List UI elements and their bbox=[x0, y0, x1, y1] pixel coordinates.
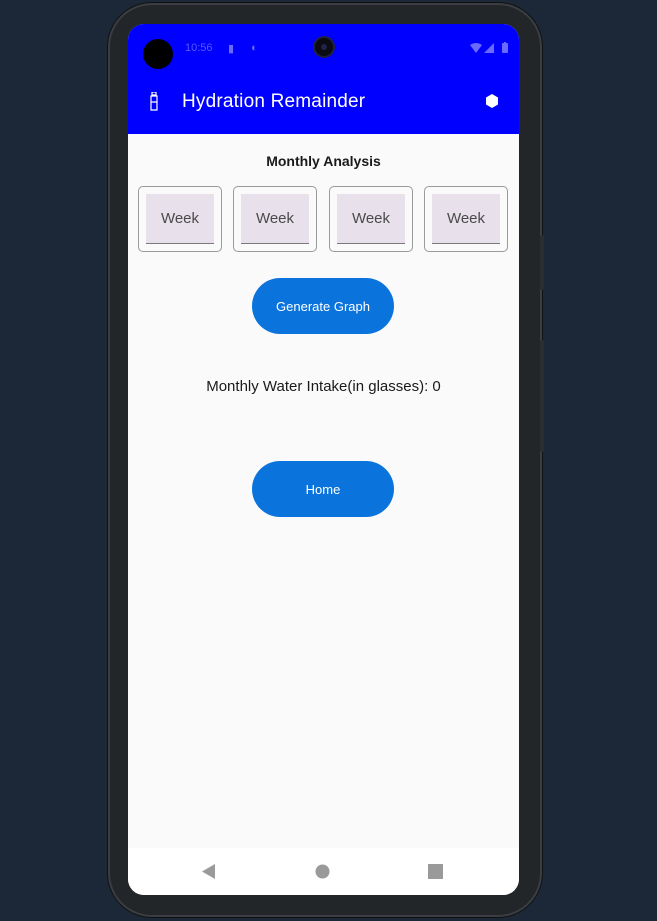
back-triangle-icon[interactable] bbox=[202, 864, 216, 879]
signal-icon bbox=[484, 43, 494, 53]
app-bar: Hydration Remainder bbox=[128, 72, 519, 134]
week-field[interactable]: Week bbox=[241, 194, 309, 244]
device-screen: 10:56 ▮ ◐ Hydration Remainder Monthly An… bbox=[128, 24, 519, 895]
water-bottle-icon bbox=[150, 92, 158, 111]
home-circle-icon[interactable] bbox=[315, 864, 330, 879]
volume-button bbox=[540, 340, 544, 452]
battery-icon bbox=[502, 42, 508, 53]
front-camera bbox=[315, 38, 333, 56]
navigation-bar bbox=[128, 848, 519, 895]
status-time: 10:56 bbox=[185, 42, 213, 54]
notification-icon: ▮ bbox=[228, 43, 235, 55]
monthly-intake-text: Monthly Water Intake(in glasses): 0 bbox=[206, 378, 441, 395]
week-input-1[interactable]: Week bbox=[138, 186, 222, 252]
hexagon-settings-icon[interactable] bbox=[484, 93, 500, 109]
sync-icon: ◐ bbox=[251, 42, 258, 54]
week-input-4[interactable]: Week bbox=[424, 186, 508, 252]
generate-graph-button[interactable]: Generate Graph bbox=[252, 278, 394, 334]
home-button[interactable]: Home bbox=[252, 461, 394, 517]
week-field[interactable]: Week bbox=[146, 194, 214, 244]
week-field[interactable]: Week bbox=[432, 194, 500, 244]
wifi-icon bbox=[470, 43, 482, 53]
week-input-2[interactable]: Week bbox=[233, 186, 317, 252]
week-input-3[interactable]: Week bbox=[329, 186, 413, 252]
app-title: Hydration Remainder bbox=[182, 91, 366, 112]
power-button bbox=[540, 235, 544, 290]
status-bar: 10:56 ▮ ◐ bbox=[128, 24, 519, 72]
page-title: Monthly Analysis bbox=[266, 153, 381, 169]
week-field[interactable]: Week bbox=[337, 194, 405, 244]
punch-hole bbox=[143, 39, 173, 69]
recents-square-icon[interactable] bbox=[428, 864, 443, 879]
